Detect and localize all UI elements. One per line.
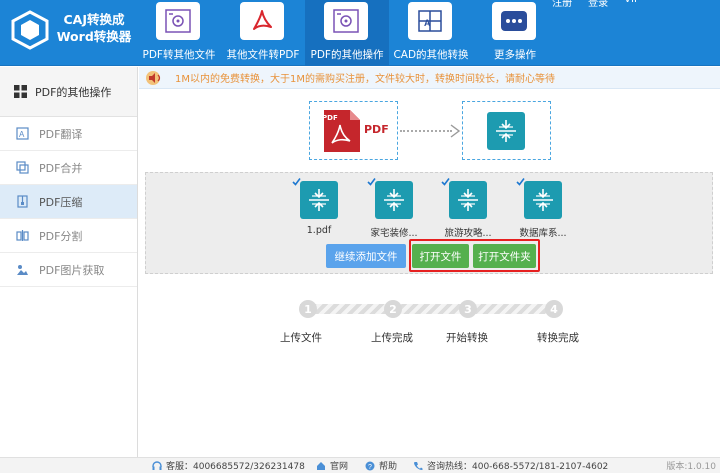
svg-text:A: A — [19, 130, 25, 139]
top-actions: 注册 登录 VIP — [552, 0, 640, 9]
split-icon — [16, 230, 29, 241]
file-item[interactable]: 数据库系... — [516, 178, 568, 239]
source-format-label: PDF — [364, 123, 389, 136]
source-format-box: PDF PDF — [309, 101, 398, 160]
target-format-box — [462, 101, 551, 160]
footer-website-text: 官网 — [330, 462, 349, 472]
file-item[interactable]: 旅游攻略... — [441, 178, 493, 239]
compress-icon — [17, 195, 28, 208]
sidebar-item-label: PDF翻译 — [39, 127, 83, 141]
sidebar-item-label: PDF合并 — [39, 161, 83, 175]
compress-icon — [384, 189, 404, 211]
compress-icon — [533, 189, 553, 211]
open-file-button[interactable]: 打开文件 — [412, 244, 469, 268]
sidebar-header-label: PDF的其他操作 — [35, 85, 112, 99]
footer-version: 版本:1.0.10 — [666, 462, 716, 472]
speaker-icon — [146, 71, 161, 85]
step-label: 开始转换 — [446, 332, 488, 344]
grid-icon — [14, 85, 27, 98]
pdf-gear-icon — [333, 9, 359, 33]
compress-icon — [496, 120, 516, 142]
app-logo-icon — [11, 10, 49, 50]
pdf-gear-icon — [165, 9, 191, 33]
sidebar-item-pdf-image-extract[interactable]: PDF图片获取 — [0, 253, 137, 287]
file-item[interactable]: 家宅装修... — [367, 178, 419, 239]
cad-icon: A — [418, 10, 442, 32]
nav-label: CAD的其他转换 — [393, 49, 469, 61]
sidebar: PDF的其他操作 A PDF翻译 PDF合并 PDF压缩 PDF分割 PDF图片… — [0, 67, 138, 457]
app-title: CAJ转换成 Word转换器 — [56, 11, 132, 45]
sidebar-item-pdf-translate[interactable]: A PDF翻译 — [0, 117, 137, 151]
headset-icon — [152, 460, 162, 470]
nav-cad-other[interactable]: A CAD的其他转换 — [389, 0, 473, 66]
step-label: 上传完成 — [371, 332, 413, 344]
footer-hotline-text: 咨询热线：400-668-5572/181-2107-4602 — [427, 462, 609, 472]
nav-pdf-to-other[interactable]: PDF转其他文件 — [137, 0, 221, 66]
step-number: 2 — [384, 300, 402, 318]
merge-icon — [16, 161, 29, 174]
image-extract-icon — [17, 265, 28, 275]
footer-website-link[interactable]: 官网 — [316, 459, 348, 472]
file-name: 家宅装修... — [370, 228, 418, 239]
nav-more[interactable]: 更多操作 — [473, 0, 557, 66]
footer-help-text: 帮助 — [379, 462, 398, 472]
footer-help-link[interactable]: ? 帮助 — [365, 459, 397, 472]
compress-target-icon — [487, 112, 525, 150]
vip-link[interactable]: VIP — [624, 0, 640, 9]
file-name: 旅游攻略... — [444, 228, 492, 239]
step-number: 1 — [299, 300, 317, 318]
notice-bar: 1M以内的免费转换，大于1M的需购买注册，文件较大时，转换时间较长，请耐心等待 — [139, 67, 720, 89]
svg-text:A: A — [424, 18, 431, 28]
sidebar-header: PDF的其他操作 — [0, 67, 137, 117]
login-link[interactable]: 登录 — [588, 0, 608, 9]
app-title-line2: Word转换器 — [56, 29, 132, 44]
sidebar-item-pdf-split[interactable]: PDF分割 — [0, 219, 137, 253]
footer-service: 客服：4006685572/326231478 — [152, 459, 305, 472]
step-label: 转换完成 — [537, 332, 579, 344]
conversion-arrow-line — [400, 130, 452, 132]
file-item[interactable]: 1.pdf — [292, 178, 344, 236]
nav-label: 其他文件转PDF — [226, 49, 300, 61]
step-number: 4 — [545, 300, 563, 318]
app-title-line1: CAJ转换成 — [63, 12, 125, 27]
translate-icon: A — [16, 127, 29, 140]
file-name: 1.pdf — [306, 225, 332, 236]
file-name: 数据库系... — [519, 228, 567, 239]
pdf-file-badge: PDF — [322, 114, 338, 122]
phone-icon — [414, 461, 423, 470]
main-nav: PDF转其他文件 其他文件转PDF PDF的其他操作 A CAD的其他转换 更多… — [137, 0, 557, 66]
acrobat-icon — [253, 10, 272, 30]
step-label: 上传文件 — [280, 332, 322, 344]
arrow-right-icon — [450, 124, 461, 138]
compress-file-icon — [449, 181, 487, 219]
status-footer: 客服：4006685572/326231478 官网 ? 帮助 咨询热线：400… — [0, 457, 720, 473]
compress-icon — [309, 189, 329, 211]
progress-steps-track — [300, 304, 556, 314]
add-more-files-button[interactable]: 继续添加文件 — [326, 244, 406, 268]
sidebar-item-label: PDF图片获取 — [39, 263, 105, 277]
footer-service-text: 客服：4006685572/326231478 — [166, 462, 305, 472]
sidebar-item-pdf-compress[interactable]: PDF压缩 — [0, 185, 137, 219]
compress-icon — [458, 189, 478, 211]
help-icon: ? — [365, 461, 375, 471]
nav-label: PDF的其他操作 — [310, 49, 384, 61]
nav-other-to-pdf[interactable]: 其他文件转PDF — [221, 0, 305, 66]
svg-text:?: ? — [368, 464, 372, 471]
nav-label: 更多操作 — [494, 49, 536, 61]
sidebar-item-label: PDF分割 — [39, 229, 83, 243]
compress-file-icon — [524, 181, 562, 219]
more-dots-icon — [501, 11, 527, 31]
home-icon — [317, 461, 325, 470]
compress-file-icon — [375, 181, 413, 219]
step-number: 3 — [459, 300, 477, 318]
notice-text: 1M以内的免费转换，大于1M的需购买注册，文件较大时，转换时间较长，请耐心等待 — [175, 74, 555, 85]
nav-pdf-other-ops[interactable]: PDF的其他操作 — [305, 0, 389, 66]
app-header: CAJ转换成 Word转换器 注册 登录 VIP PDF转其他文件 — [0, 0, 720, 66]
nav-label: PDF转其他文件 — [142, 49, 216, 61]
footer-hotline: 咨询热线：400-668-5572/181-2107-4602 — [413, 459, 608, 472]
compress-file-icon — [300, 181, 338, 219]
sidebar-item-pdf-merge[interactable]: PDF合并 — [0, 151, 137, 185]
open-folder-button[interactable]: 打开文件夹 — [473, 244, 536, 268]
sidebar-item-label: PDF压缩 — [39, 195, 83, 209]
